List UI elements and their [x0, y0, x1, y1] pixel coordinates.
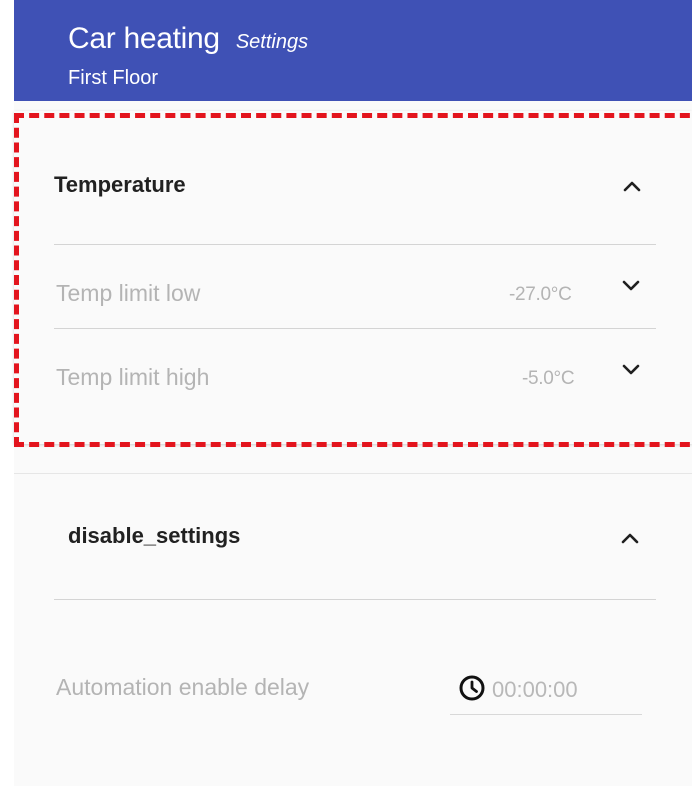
- app-header: Car heating Settings First Floor: [14, 0, 692, 101]
- page-title: Car heating: [68, 22, 220, 55]
- app-window: Car heating Settings First Floor Temperat…: [0, 0, 692, 786]
- location-label: First Floor: [68, 67, 158, 89]
- disable-settings-card-header[interactable]: disable_settings: [14, 516, 692, 556]
- automation-delay-label: Automation enable delay: [56, 674, 310, 700]
- title-row: Car heating Settings: [68, 22, 308, 56]
- chevron-up-icon[interactable]: [620, 174, 644, 198]
- temperature-card: Temperature Temp limit low -27.0°C Temp …: [14, 111, 692, 444]
- disable-settings-card: disable_settings Automation enable delay: [14, 473, 692, 786]
- temp-limit-low-label: Temp limit low: [56, 280, 201, 306]
- divider: [54, 599, 656, 600]
- clock-icon[interactable]: [458, 674, 486, 702]
- chevron-down-icon[interactable]: [619, 357, 643, 381]
- temp-limit-low-value: -27.0°C: [509, 284, 572, 305]
- temperature-title: Temperature: [54, 172, 186, 197]
- automation-delay-value: 00:00:00: [492, 677, 578, 702]
- temp-limit-high-label: Temp limit high: [56, 364, 210, 390]
- disable-settings-title: disable_settings: [68, 523, 241, 548]
- divider: [54, 328, 656, 329]
- temperature-card-header[interactable]: Temperature: [14, 166, 692, 206]
- temp-limit-high-value: -5.0°C: [522, 368, 575, 389]
- divider: [54, 244, 656, 245]
- automation-delay-input[interactable]: 00:00:00: [450, 664, 642, 715]
- page-subtitle: Settings: [235, 31, 309, 53]
- chevron-down-icon[interactable]: [619, 273, 643, 297]
- chevron-up-icon[interactable]: [618, 526, 642, 550]
